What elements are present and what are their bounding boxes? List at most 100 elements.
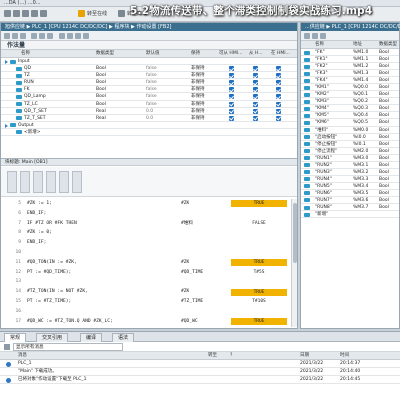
tag-name[interactable]: "RUN7" xyxy=(315,197,332,204)
tag-type[interactable]: Bool xyxy=(379,91,389,98)
tag-address[interactable]: %Q0.4 xyxy=(353,112,368,119)
checkbox[interactable] xyxy=(253,80,258,86)
tag-address[interactable]: %M3.0 xyxy=(353,155,368,162)
tool-icon[interactable] xyxy=(312,33,318,39)
tag-address[interactable]: %M1.1 xyxy=(353,56,368,63)
tag-name[interactable]: "RUN3" xyxy=(315,169,332,176)
tag-name[interactable]: "堆料" xyxy=(315,127,328,134)
variable-name[interactable]: QD xyxy=(24,65,31,72)
tag-row[interactable]: "RUN8" %M3.7 Bool xyxy=(301,204,399,212)
message-filter-select[interactable]: 显示所有消息 xyxy=(13,343,123,351)
tag-name[interactable]: "RUN2" xyxy=(315,162,332,169)
tag-name[interactable]: "KM2" xyxy=(315,91,329,98)
tag-name[interactable]: "RUN4" xyxy=(315,176,332,183)
tag-row[interactable]: "FK1" %M1.1 Bool xyxy=(301,56,399,64)
palette-item[interactable] xyxy=(46,171,56,193)
tag-address[interactable]: %M1.4 xyxy=(353,77,368,84)
checkbox[interactable] xyxy=(229,73,234,79)
variable-name[interactable]: FK xyxy=(24,86,30,93)
code-scroll-thumb[interactable] xyxy=(293,203,297,263)
variable-retain[interactable]: 非保持 xyxy=(191,86,205,93)
tag-name[interactable]: "RUN8" xyxy=(315,204,332,211)
tag-name[interactable]: "KM1" xyxy=(315,84,329,91)
code-editor[interactable]: 5 #ZK := 1; #ZK TRUE 6 END_IF; 7 IF #TZ OR #FK … xyxy=(1,199,291,327)
checkbox[interactable] xyxy=(229,66,234,72)
tag-type[interactable]: Bool xyxy=(379,49,389,56)
interface-row[interactable]: Output xyxy=(1,122,297,129)
tag-type[interactable]: Bool xyxy=(379,56,389,63)
tag-name[interactable]: "KM5" xyxy=(315,112,329,119)
tool-icon[interactable] xyxy=(59,33,65,39)
palette-item[interactable] xyxy=(72,171,82,193)
interface-row[interactable]: TZ Bool false 非保持 xyxy=(1,72,297,80)
tag-type[interactable]: Bool xyxy=(379,134,389,141)
tag-row[interactable]: "KM3" %Q0.2 Bool xyxy=(301,98,399,106)
tag-row[interactable]: "堆料" %M0.0 Bool xyxy=(301,127,399,134)
tag-row[interactable]: "KM4" %Q0.3 Bool xyxy=(301,105,399,113)
tag-name[interactable]: "KM3" xyxy=(315,98,329,105)
code-text[interactable]: #ZK := 1; xyxy=(27,199,52,209)
code-line[interactable]: 12 PT := #QD_TIME); #QD_TIME T#5S xyxy=(1,268,291,278)
tool-icon[interactable] xyxy=(39,33,45,39)
checkbox[interactable] xyxy=(253,115,258,121)
variable-name[interactable]: RUN xyxy=(24,79,34,86)
tag-row[interactable]: "新增" xyxy=(301,211,399,219)
tag-address[interactable]: %Q0.3 xyxy=(353,105,368,112)
checkbox[interactable] xyxy=(276,80,281,86)
tag-row[interactable]: "KM6" %Q0.5 Bool xyxy=(301,119,399,127)
variable-name[interactable]: <新增> xyxy=(24,129,41,136)
tag-row[interactable]: "KM2" %Q0.1 Bool xyxy=(301,91,399,99)
tag-name[interactable]: "KM6" xyxy=(315,119,329,126)
tag-name[interactable]: "FK4" xyxy=(315,77,328,84)
code-line[interactable]: 6 END_IF; xyxy=(1,209,291,219)
code-line[interactable]: 5 #ZK := 1; #ZK TRUE xyxy=(1,199,291,209)
tag-type[interactable]: Bool xyxy=(379,176,389,183)
tag-row[interactable]: "RUN6" %M3.5 Bool xyxy=(301,190,399,197)
variable-retain[interactable]: 非保持 xyxy=(191,108,205,115)
tool-icon[interactable] xyxy=(75,33,81,39)
code-line[interactable]: 16 xyxy=(1,307,291,317)
interface-row[interactable]: QD_Lamp Bool false 非保持 xyxy=(1,93,297,101)
tag-type[interactable]: Bool xyxy=(379,169,389,176)
tag-address[interactable]: %M3.4 xyxy=(353,183,368,190)
tag-type[interactable]: Bool xyxy=(379,84,389,91)
variable-default[interactable]: false xyxy=(146,93,157,100)
variable-default[interactable]: false xyxy=(146,79,157,86)
tag-type[interactable]: Bool xyxy=(379,98,389,105)
interface-row[interactable]: TZ_LC Bool false 非保持 xyxy=(1,101,297,108)
variable-default[interactable]: false xyxy=(146,65,157,72)
variable-name[interactable]: QD_Lamp xyxy=(24,93,46,100)
variable-type[interactable]: Bool xyxy=(96,86,106,93)
tag-address[interactable]: %M3.3 xyxy=(353,176,368,183)
tag-address[interactable]: %Q0.0 xyxy=(353,84,368,91)
checkbox[interactable] xyxy=(276,101,281,107)
tag-type[interactable]: Bool xyxy=(379,119,389,126)
go-online-button[interactable]: 转至在线 xyxy=(78,10,107,19)
variable-default[interactable]: 0.0 xyxy=(146,108,153,115)
tag-row[interactable]: "KM1" %Q0.0 Bool xyxy=(301,84,399,92)
tab-general[interactable]: 常规 xyxy=(4,333,27,342)
expand-icon[interactable] xyxy=(5,60,8,64)
checkbox[interactable] xyxy=(253,66,258,72)
variable-retain[interactable]: 非保持 xyxy=(191,72,205,79)
variable-default[interactable]: false xyxy=(146,72,157,79)
message-row[interactable]: "Main" 下载成功。 2021/3/22 20:14:40 xyxy=(0,368,400,376)
filter-icon[interactable] xyxy=(4,344,10,350)
tag-row[interactable]: "RUN5" %M3.4 Bool xyxy=(301,183,399,190)
tag-name[interactable]: "FK3" xyxy=(315,70,328,77)
tool-icon[interactable] xyxy=(304,33,310,39)
tag-type[interactable]: Bool xyxy=(379,63,389,70)
variable-name[interactable]: Output xyxy=(18,122,34,129)
tag-type[interactable]: Bool xyxy=(379,105,389,112)
tag-name[interactable]: "新增" xyxy=(315,211,328,218)
checkbox[interactable] xyxy=(276,108,281,114)
tool-icon[interactable] xyxy=(47,33,53,39)
code-line[interactable]: 13 xyxy=(1,277,291,287)
tag-type[interactable]: Bool xyxy=(379,77,389,84)
variable-type[interactable]: Bool xyxy=(96,101,106,108)
tag-type[interactable]: Bool xyxy=(379,141,389,148)
code-line[interactable]: 18#TZ_WC := #TZ_TON.Q AND #TZ_LC;#TZ_WCF… xyxy=(1,326,291,327)
variable-retain[interactable]: 非保持 xyxy=(191,65,205,72)
tag-type[interactable]: Bool xyxy=(379,148,389,155)
tag-name[interactable]: "停止流程" xyxy=(315,148,337,155)
